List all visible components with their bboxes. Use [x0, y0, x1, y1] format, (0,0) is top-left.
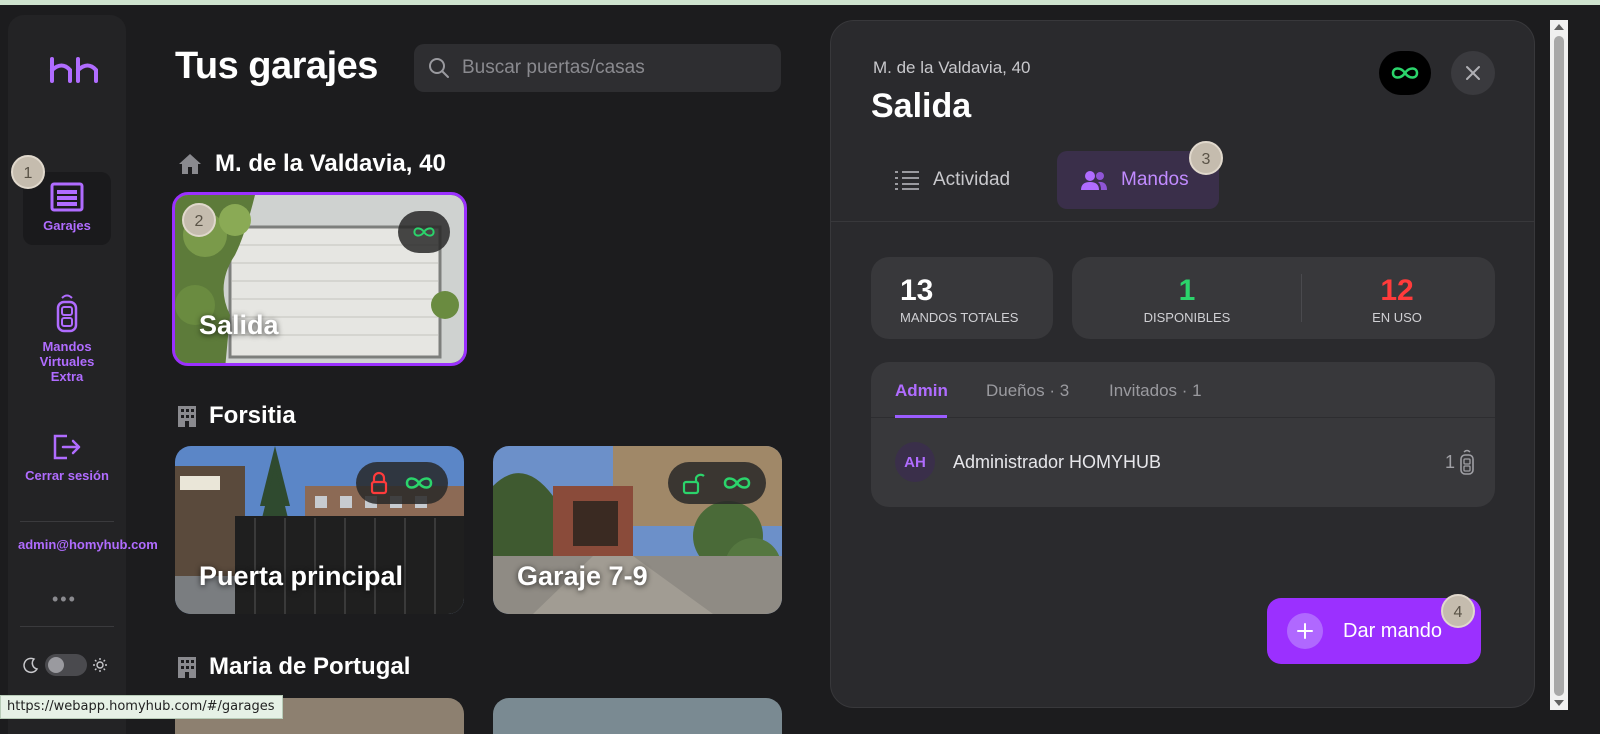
- card-status-pill: [398, 211, 450, 253]
- divider: [20, 521, 114, 522]
- step-badge-3: 3: [1189, 141, 1223, 175]
- group-name: M. de la Valdavia, 40: [215, 150, 446, 177]
- garage-card-partial[interactable]: [493, 698, 782, 734]
- remote-icon: [1460, 449, 1474, 475]
- theme-switcher: [22, 653, 114, 677]
- stat-label: MANDOS TOTALES: [900, 310, 1019, 325]
- stat-label: DISPONIBLES: [1143, 310, 1231, 325]
- garage-card-name: Garaje 7-9: [517, 561, 648, 591]
- infinity-icon: [1391, 67, 1419, 79]
- garage-card-name: Puerta principal: [199, 561, 404, 591]
- search-box: [414, 44, 781, 92]
- close-button[interactable]: [1451, 51, 1495, 95]
- step-badge-2: 2: [182, 203, 216, 237]
- group-title-valdavia: M. de la Valdavia, 40: [177, 150, 446, 178]
- sidebar-item-label: Garajes: [43, 218, 91, 233]
- window-top-border: [0, 0, 1600, 5]
- member-remote-count: 1: [1445, 449, 1475, 475]
- more-options-button[interactable]: •••: [52, 589, 77, 610]
- homyhub-logo: [50, 57, 98, 83]
- divider: [20, 626, 114, 627]
- tab-label: Actividad: [933, 169, 1011, 190]
- close-icon: [1466, 66, 1480, 80]
- house-icon: [179, 154, 201, 174]
- garage-card-salida[interactable]: Salida: [172, 192, 467, 366]
- group-name: Maria de Portugal: [209, 653, 411, 680]
- garage-card-name: Salida: [199, 310, 279, 340]
- divider: [1301, 274, 1302, 322]
- tab-admin[interactable]: Admin: [895, 381, 948, 401]
- detail-panel: M. de la Valdavia, 40 Salida Actividad M…: [830, 20, 1535, 708]
- remote-icon: [56, 294, 78, 333]
- stat-card-usage: 1 DISPONIBLES 12 EN USO: [1072, 257, 1495, 339]
- sun-icon: [93, 658, 107, 672]
- sidebar: Garajes Mandos Virtuales Extra Cerrar se…: [8, 15, 158, 734]
- scroll-up-arrow[interactable]: [1554, 24, 1564, 30]
- garage-card-garaje-7-9[interactable]: Garaje 7-9: [493, 446, 782, 614]
- garage-icon: [50, 182, 84, 212]
- divider: [831, 221, 1534, 222]
- moon-icon: [23, 657, 39, 674]
- list-icon: [895, 171, 919, 190]
- infinity-icon: [723, 477, 751, 489]
- card-status-pill: [668, 462, 766, 504]
- button-label: Dar mando: [1343, 619, 1442, 642]
- sidebar-item-label: Cerrar sesión: [25, 468, 109, 483]
- garage-card-puerta-principal[interactable]: Puerta principal: [175, 446, 464, 614]
- building-icon: [178, 657, 196, 678]
- panel-title: Salida: [871, 87, 972, 125]
- active-tab-indicator: [895, 415, 947, 418]
- infinite-access-badge[interactable]: [1379, 51, 1431, 95]
- stat-card-total: 13 MANDOS TOTALES: [871, 257, 1053, 339]
- member-name: Administrador HOMYHUB: [953, 451, 1162, 472]
- tab-duenos[interactable]: Dueños · 3: [986, 381, 1069, 401]
- stat-value: 1: [1178, 274, 1196, 307]
- sidebar-item-cerrar-sesion[interactable]: Cerrar sesión: [23, 432, 111, 483]
- tab-invitados[interactable]: Invitados · 1: [1109, 381, 1202, 401]
- search-icon: [429, 58, 449, 78]
- stat-value: 12: [1380, 274, 1414, 307]
- tab-label: Mandos: [1121, 169, 1189, 190]
- card-status-pill: [356, 462, 448, 504]
- stat-total: 13 MANDOS TOTALES: [871, 274, 1053, 325]
- lock-open-icon: [682, 473, 705, 495]
- building-icon: [178, 406, 196, 427]
- tab-actividad[interactable]: Actividad: [871, 151, 1040, 209]
- scrollbar[interactable]: [1550, 20, 1568, 710]
- page-title: Tus garajes: [175, 45, 378, 87]
- stat-value: 13: [900, 274, 934, 307]
- panel-subtitle: M. de la Valdavia, 40: [873, 58, 1031, 77]
- group-name: Forsitia: [209, 402, 296, 429]
- members-card: Admin Dueños · 3 Invitados · 1 AH Admini…: [871, 362, 1495, 507]
- search-input[interactable]: [462, 57, 762, 79]
- infinity-icon: [413, 227, 435, 237]
- users-icon: [1081, 171, 1107, 190]
- sidebar-item-label: Mandos Virtuales Extra: [39, 339, 95, 384]
- logout-icon: [53, 434, 81, 460]
- scroll-down-arrow[interactable]: [1554, 700, 1564, 706]
- group-title-forsitia: Forsitia: [177, 402, 296, 430]
- stat-in-use: 12 EN USO: [1342, 274, 1452, 325]
- sidebar-item-mandos-virtuales[interactable]: Mandos Virtuales Extra: [23, 287, 111, 384]
- infinity-icon: [405, 477, 433, 489]
- member-tabs: Admin Dueños · 3 Invitados · 1: [871, 362, 1495, 418]
- step-badge-1: 1: [11, 155, 45, 189]
- scrollbar-thumb[interactable]: [1554, 36, 1564, 696]
- stat-label: EN USO: [1372, 310, 1422, 325]
- plus-icon: [1287, 613, 1323, 649]
- theme-toggle[interactable]: [45, 654, 87, 676]
- user-email: admin@homyhub.com: [18, 537, 158, 552]
- count-value: 1: [1444, 451, 1455, 472]
- lock-closed-icon: [370, 471, 388, 495]
- avatar: AH: [895, 442, 935, 482]
- status-bar-url: https://webapp.homyhub.com/#/garages: [0, 695, 284, 719]
- group-title-maria-de-portugal: Maria de Portugal: [177, 653, 410, 681]
- stat-available: 1 DISPONIBLES: [1112, 274, 1262, 325]
- list-item[interactable]: AH Administrador HOMYHUB 1: [895, 442, 1475, 482]
- step-badge-4: 4: [1441, 594, 1475, 628]
